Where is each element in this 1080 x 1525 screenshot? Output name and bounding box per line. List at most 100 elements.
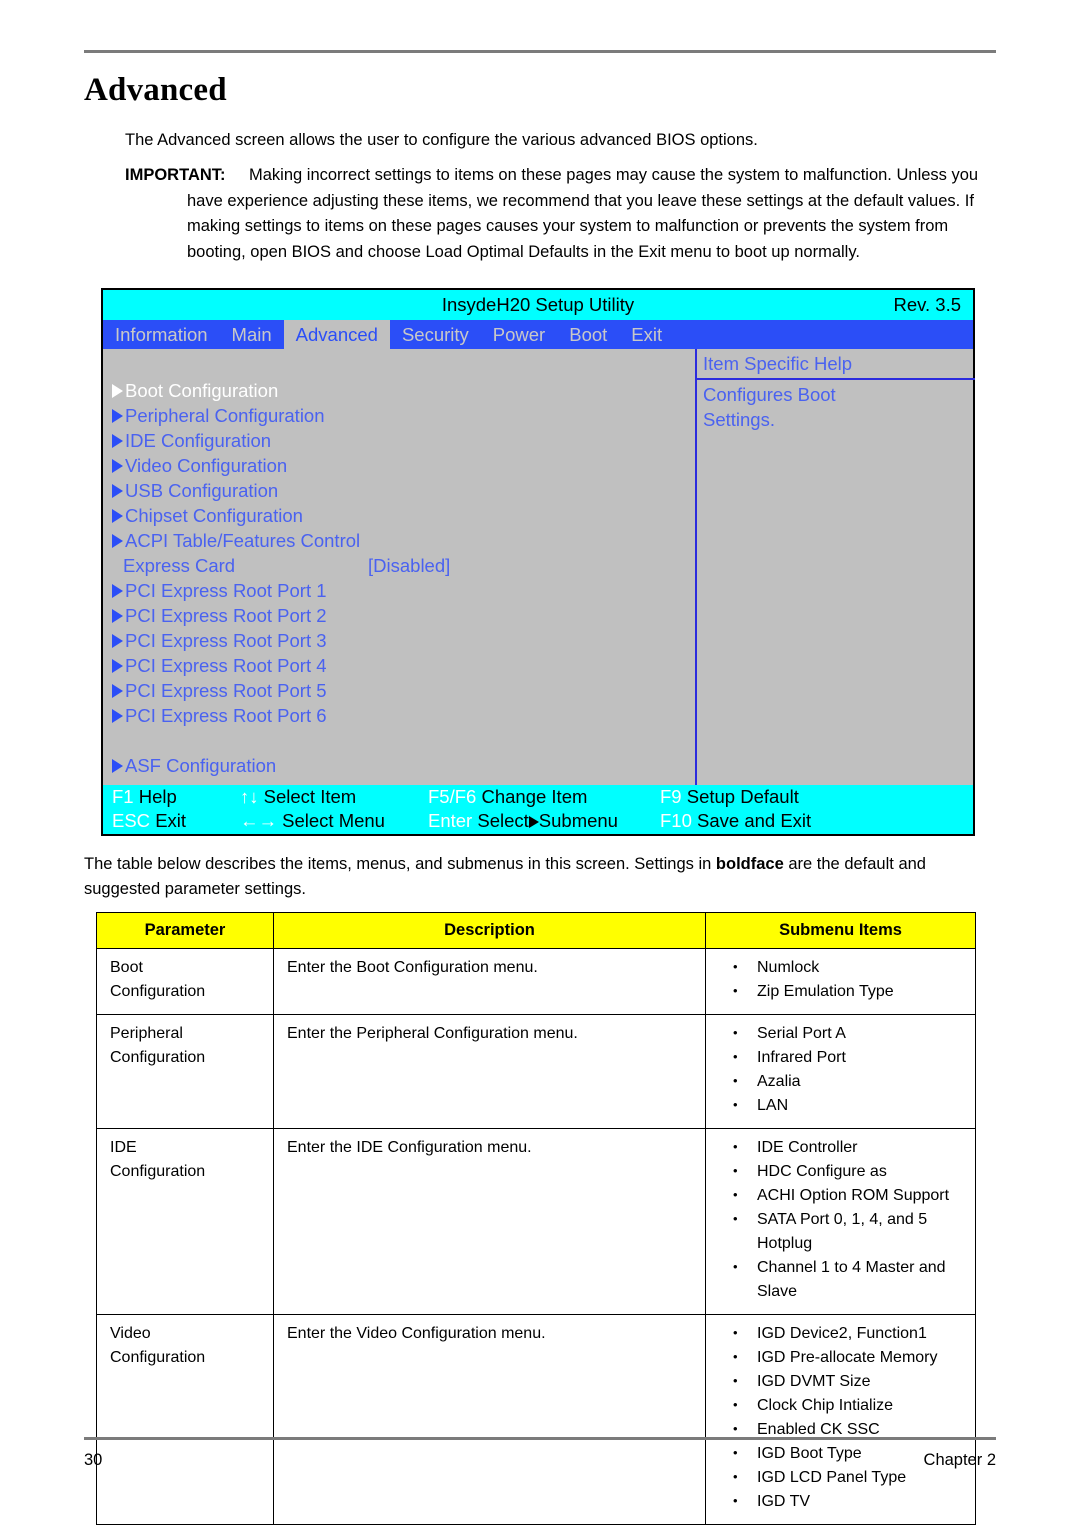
submenu-arrow-icon (112, 383, 123, 398)
footer-key-text: Change Item (481, 786, 588, 807)
bios-menu-list: Boot Configuration Peripheral Configurat… (103, 378, 695, 778)
bios-tab-security[interactable]: Security (390, 320, 481, 349)
bios-item-express-card[interactable]: Express Card [Disabled] (103, 553, 695, 578)
bios-item-usb-configuration[interactable]: USB Configuration (103, 478, 695, 503)
bios-item-pci-express-root-port-4[interactable]: PCI Express Root Port 4 (103, 653, 695, 678)
submenu-arrow-icon (112, 433, 123, 448)
cell-parameter: Video Configuration (96, 1314, 274, 1525)
footer-key-text: Save and Exit (697, 810, 812, 831)
cell-submenu-items: Serial Port AInfrared PortAzaliaLAN (705, 1014, 976, 1129)
important-label: IMPORTANT: (125, 166, 226, 184)
submenu-arrow-icon (528, 816, 539, 828)
table-intro-paragraph: The table below describes the items, men… (84, 852, 1004, 902)
cell-description: Enter the IDE Configuration menu. (273, 1128, 706, 1315)
bios-item-asf-configuration[interactable]: ASF Configuration (103, 753, 695, 778)
footer-key-text: Help (138, 786, 177, 807)
bios-utility-title: InsydeH20 Setup Utility (441, 294, 635, 315)
bios-tab-information[interactable]: Information (103, 320, 220, 349)
bios-item-ide-configuration[interactable]: IDE Configuration (103, 428, 695, 453)
bios-item-pci-express-root-port-2[interactable]: PCI Express Root Port 2 (103, 603, 695, 628)
footer-key-leftright[interactable]: ←→ Select Menu (240, 809, 385, 833)
footer-key-label: ESC (112, 810, 151, 831)
submenu-item: HDC Configure as (719, 1159, 966, 1184)
table-header-parameter: Parameter (96, 912, 274, 949)
intro-paragraph: The Advanced screen allows the user to c… (125, 131, 758, 149)
bios-item-label: PCI Express Root Port 2 (125, 605, 327, 626)
submenu-item: ACHI Option ROM Support (719, 1183, 966, 1208)
bios-item-boot-configuration[interactable]: Boot Configuration (103, 378, 695, 403)
footer-key-esc[interactable]: ESC Exit (112, 809, 186, 833)
help-text-line2: Settings. (703, 409, 775, 430)
bios-item-acpi-table-features-control[interactable]: ACPI Table/Features Control (103, 528, 695, 553)
submenu-arrow-icon (112, 658, 123, 673)
table-header-row: Parameter Description Submenu Items (96, 912, 976, 949)
cell-parameter: IDE Configuration (96, 1128, 274, 1315)
bios-item-value-express-card[interactable]: [Disabled] (368, 553, 450, 578)
submenu-arrow-icon (112, 608, 123, 623)
bios-item-label: Peripheral Configuration (125, 405, 325, 426)
bios-item-label: PCI Express Root Port 6 (125, 705, 327, 726)
submenu-item: Zip Emulation Type (719, 979, 966, 1004)
page-number: 30 (84, 1451, 103, 1469)
submenu-arrow-icon (112, 633, 123, 648)
bios-item-pci-express-root-port-3[interactable]: PCI Express Root Port 3 (103, 628, 695, 653)
help-text-line1: Configures Boot (703, 384, 836, 405)
bios-footer-help: F1 Help ↑↓ Select Item F5/F6 Change Item… (103, 785, 973, 834)
submenu-item-list: NumlockZip Emulation Type (719, 955, 966, 1004)
submenu-arrow-icon (112, 533, 123, 548)
important-note: IMPORTANT: Making incorrect settings to i… (125, 163, 1010, 265)
bios-item-pci-express-root-port-1[interactable]: PCI Express Root Port 1 (103, 578, 695, 603)
submenu-arrow-icon (112, 683, 123, 698)
footer-key-text: Select Item (263, 786, 357, 807)
bios-tab-advanced[interactable]: Advanced (283, 320, 390, 349)
bios-tab-main[interactable]: Main (220, 320, 284, 349)
footer-key-text2: Submenu (538, 810, 618, 831)
submenu-item-list: IGD Device2, Function1IGD Pre-allocate M… (719, 1321, 966, 1514)
bios-item-label: Video Configuration (125, 455, 288, 476)
bios-item-chipset-configuration[interactable]: Chipset Configuration (103, 503, 695, 528)
table-row: Peripheral Configuration Enter the Periph… (96, 1014, 976, 1129)
bios-item-video-configuration[interactable]: Video Configuration (103, 453, 695, 478)
bios-item-peripheral-configuration[interactable]: Peripheral Configuration (103, 403, 695, 428)
bios-item-label: PCI Express Root Port 3 (125, 630, 327, 651)
footer-key-text: Setup Default (686, 786, 799, 807)
submenu-item: Channel 1 to 4 Master and Slave (719, 1255, 966, 1304)
bios-body: Item Specific Help Configures Boot Setti… (103, 349, 975, 788)
bios-tab-exit[interactable]: Exit (619, 320, 674, 349)
bios-menubar[interactable]: Information Main Advanced Security Power… (103, 320, 973, 349)
footer-key-label: F1 (112, 786, 134, 807)
table-row: Video Configuration Enter the Video Confi… (96, 1314, 976, 1525)
bios-tab-power[interactable]: Power (481, 320, 557, 349)
cell-parameter: Boot Configuration (96, 948, 274, 1015)
footer-key-text: Select (477, 810, 529, 831)
bios-item-label: IDE Configuration (125, 430, 272, 451)
cell-submenu-items: NumlockZip Emulation Type (705, 948, 976, 1015)
important-body: Making incorrect settings to items on th… (187, 166, 979, 261)
submenu-item-list: IDE ControllerHDC Configure asACHI Optio… (719, 1135, 966, 1304)
footer-key-f5f6[interactable]: F5/F6 Change Item (428, 785, 587, 809)
footer-key-text: Exit (155, 810, 187, 831)
bios-item-label: PCI Express Root Port 1 (125, 580, 327, 601)
bios-tab-boot[interactable]: Boot (557, 320, 619, 349)
submenu-item: IGD Pre-allocate Memory (719, 1345, 966, 1370)
footer-key-f10[interactable]: F10 Save and Exit (660, 809, 811, 833)
table-row: IDE Configuration Enter the IDE Configura… (96, 1128, 976, 1315)
submenu-item: LAN (719, 1093, 966, 1118)
footer-key-f1[interactable]: F1 Help (112, 785, 177, 809)
bios-item-label: Express Card (123, 555, 236, 576)
footer-key-updown[interactable]: ↑↓ Select Item (240, 785, 356, 809)
bios-item-label: Chipset Configuration (125, 505, 303, 526)
submenu-item: Numlock (719, 955, 966, 980)
bios-item-label: ACPI Table/Features Control (125, 530, 361, 551)
bios-item-pci-express-root-port-5[interactable]: PCI Express Root Port 5 (103, 678, 695, 703)
bios-menu-spacer (103, 728, 695, 753)
bios-footer-row-2: ESC Exit ←→ Select Menu Enter Select Subm… (103, 809, 973, 833)
footer-key-label: ←→ (240, 810, 277, 831)
submenu-arrow-icon (112, 708, 123, 723)
footer-key-enter[interactable]: Enter Select Submenu (428, 809, 618, 833)
footer-key-label: ↑↓ (240, 786, 259, 807)
bios-item-pci-express-root-port-6[interactable]: PCI Express Root Port 6 (103, 703, 695, 728)
footer-key-f9[interactable]: F9 Setup Default (660, 785, 799, 809)
footer-key-label: F9 (660, 786, 682, 807)
bios-revision: Rev. 3.5 (893, 294, 961, 315)
